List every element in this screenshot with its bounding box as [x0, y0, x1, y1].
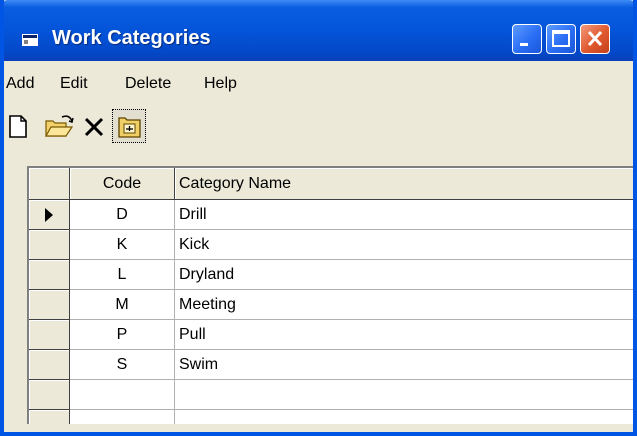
cell-category-name[interactable]: Swim [175, 350, 633, 380]
open-folder-icon [44, 115, 74, 137]
menu-bar: Add Edit Delete Help [4, 61, 633, 101]
row-selector[interactable] [29, 410, 70, 424]
menu-edit[interactable]: Edit [60, 75, 88, 93]
cell-code [70, 410, 175, 424]
cell-category-name[interactable]: Drill [175, 200, 633, 230]
menu-delete[interactable]: Delete [125, 75, 171, 93]
maximize-button[interactable] [546, 24, 576, 54]
cell-category-name-text: Pull [179, 326, 206, 343]
column-header-category-name[interactable]: Category Name [175, 168, 633, 200]
cell-code-text: L [117, 266, 127, 283]
work-categories-window: Work Categories Add Edit Delete Help Cod… [0, 0, 637, 436]
minimize-icon [520, 43, 528, 46]
cell-category-name-text: Dryland [179, 266, 235, 283]
close-icon [587, 30, 603, 47]
row-selector[interactable] [29, 290, 70, 320]
cell-code-text: K [116, 236, 128, 253]
title-bar[interactable]: Work Categories [4, 0, 633, 61]
delete-button[interactable] [77, 111, 109, 141]
column-header-code[interactable]: Code [70, 168, 175, 200]
cell-code[interactable]: M [70, 290, 175, 320]
menu-add[interactable]: Add [6, 75, 34, 93]
cell-category-name[interactable]: Pull [175, 320, 633, 350]
row-selector[interactable] [29, 200, 70, 230]
row-selector[interactable] [29, 350, 70, 380]
cell-category-name [175, 410, 633, 424]
close-button[interactable] [580, 24, 610, 54]
cell-code[interactable]: D [70, 200, 175, 230]
row-selector[interactable] [29, 260, 70, 290]
new-button[interactable] [4, 111, 36, 141]
cell-code-text: P [116, 326, 128, 343]
cell-code[interactable]: P [70, 320, 175, 350]
window-title: Work Categories [52, 27, 211, 49]
cell-code-text: D [116, 206, 128, 223]
cell-code[interactable]: S [70, 350, 175, 380]
app-window-icon [22, 34, 38, 46]
cell-category-name[interactable]: Meeting [175, 290, 633, 320]
cell-code[interactable] [70, 380, 175, 410]
toolbar [4, 101, 633, 159]
cell-code[interactable]: K [70, 230, 175, 260]
cell-category-name-text: Meeting [179, 296, 236, 313]
open-button[interactable] [42, 111, 74, 141]
column-header-category-name-label: Category Name [179, 175, 292, 192]
cell-category-name[interactable] [175, 380, 633, 410]
cell-category-name[interactable]: Kick [175, 230, 633, 260]
filter-button[interactable] [112, 109, 146, 143]
column-header-code-label: Code [102, 175, 142, 192]
new-document-icon [9, 115, 27, 138]
grid-corner-header [29, 168, 70, 200]
cell-category-name-text: Drill [179, 206, 207, 223]
cell-category-name[interactable]: Dryland [175, 260, 633, 290]
cell-code-text: M [115, 296, 129, 313]
categories-grid[interactable]: Code Category Name D Drill K Kick L Dryl… [27, 166, 633, 424]
cell-category-name-text: Kick [179, 236, 210, 253]
filter-folder-icon [118, 117, 141, 138]
cell-code-text: S [116, 356, 128, 373]
current-row-arrow-icon [45, 208, 53, 222]
cell-category-name-text: Swim [179, 356, 219, 373]
cell-code[interactable]: L [70, 260, 175, 290]
maximize-icon [552, 30, 570, 47]
row-selector[interactable] [29, 380, 70, 410]
delete-x-icon [84, 117, 104, 137]
minimize-button[interactable] [512, 24, 542, 54]
row-selector[interactable] [29, 230, 70, 260]
menu-help[interactable]: Help [204, 75, 237, 93]
row-selector[interactable] [29, 320, 70, 350]
